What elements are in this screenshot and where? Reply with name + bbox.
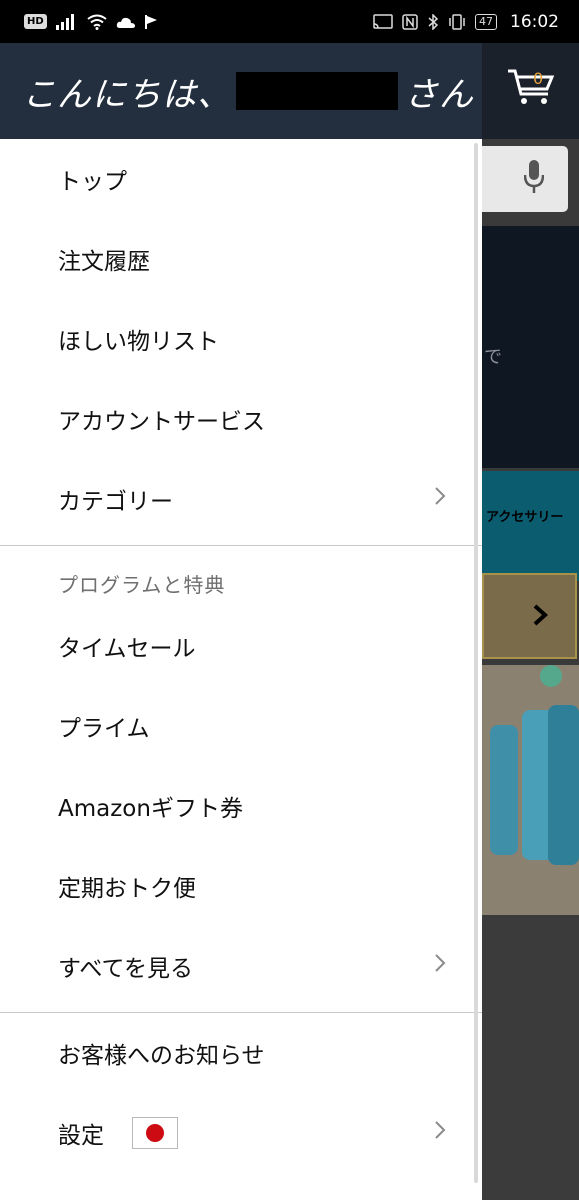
settings-label-group: 設定 xyxy=(58,1116,178,1150)
japan-flag-icon xyxy=(132,1117,178,1149)
clock: 16:02 xyxy=(510,11,559,32)
section-label-programs: プログラムと特典 xyxy=(58,573,226,597)
menu-item-label: アカウントサービス xyxy=(58,409,265,435)
background-category-strip xyxy=(482,471,579,581)
background-link-row[interactable] xyxy=(482,573,577,659)
chevron-right-icon xyxy=(532,603,548,631)
background-partial-text: で xyxy=(484,347,502,368)
drawer-header: こんにちは、 さん xyxy=(0,43,482,139)
nfc-icon xyxy=(402,13,418,30)
chevron-right-icon xyxy=(434,953,446,979)
vibrate-icon xyxy=(448,13,466,30)
menu-item-gift-card[interactable]: Amazonギフト券 xyxy=(0,766,482,846)
menu-item-see-all[interactable]: すべてを見る xyxy=(0,926,482,1006)
battery-icon: 47 xyxy=(475,13,497,30)
menu-item-label: すべてを見る xyxy=(58,956,194,982)
background-banner-image xyxy=(482,665,579,915)
menu-item-label: Amazonギフト券 xyxy=(58,796,243,822)
status-bar: HD 47 16:02 xyxy=(0,0,579,43)
microphone-icon[interactable] xyxy=(523,159,545,199)
menu-item-label: ほしい物リスト xyxy=(58,329,219,355)
greeting-suffix: さん xyxy=(404,74,474,115)
cloud-icon xyxy=(116,15,136,29)
menu-item-time-sale[interactable]: タイムセール xyxy=(0,606,482,686)
flag-notification-icon xyxy=(144,14,159,30)
cart-icon[interactable] xyxy=(506,67,556,111)
bluetooth-icon xyxy=(427,13,439,30)
signal-icon xyxy=(55,13,78,30)
background-accessory-text: アクセサリー xyxy=(486,510,564,525)
menu-item-categories[interactable]: カテゴリー xyxy=(0,459,482,539)
chevron-right-icon xyxy=(434,1120,446,1146)
menu-item-order-history[interactable]: 注文履歴 xyxy=(0,219,482,299)
menu-item-label: トップ xyxy=(58,169,127,195)
cast-icon xyxy=(373,13,393,30)
background-app: 0 で アクセサリー xyxy=(482,43,579,1200)
hd-icon: HD xyxy=(24,14,47,29)
scrollbar[interactable] xyxy=(474,143,478,1183)
menu-item-top[interactable]: トップ xyxy=(0,139,482,219)
menu-item-notifications[interactable]: お客様へのお知らせ xyxy=(0,1013,482,1093)
redacted-username xyxy=(236,72,398,110)
menu-item-label: 注文履歴 xyxy=(58,249,150,275)
menu-item-label: カテゴリー xyxy=(58,489,173,515)
menu-item-settings[interactable]: 設定 xyxy=(0,1093,482,1173)
menu-programs: タイムセール プライム Amazonギフト券 定期おトク便 すべてを見る xyxy=(0,606,482,1006)
menu-item-label: プライム xyxy=(58,716,150,742)
wifi-icon xyxy=(87,14,107,30)
menu-item-wishlist[interactable]: ほしい物リスト xyxy=(0,299,482,379)
cart-count: 0 xyxy=(533,69,544,88)
menu-main: トップ 注文履歴 ほしい物リスト アカウントサービス カテゴリー xyxy=(0,139,482,539)
menu-bottom: お客様へのお知らせ 設定 xyxy=(0,1013,482,1173)
menu-item-subscribe-save[interactable]: 定期おトク便 xyxy=(0,846,482,926)
chevron-right-icon xyxy=(434,486,446,512)
menu-item-label: お客様へのお知らせ xyxy=(58,1043,265,1069)
menu-item-prime[interactable]: プライム xyxy=(0,686,482,766)
greeting-prefix: こんにちは、 xyxy=(22,74,232,115)
menu-item-label: タイムセール xyxy=(58,636,196,662)
menu-item-account-services[interactable]: アカウントサービス xyxy=(0,379,482,459)
menu-item-label: 定期おトク便 xyxy=(58,876,196,902)
background-lower-area xyxy=(482,916,579,1200)
menu-item-label: 設定 xyxy=(58,1123,104,1149)
navigation-drawer: こんにちは、 さん トップ 注文履歴 ほしい物リスト アカウントサービス カテゴ… xyxy=(0,43,482,1200)
